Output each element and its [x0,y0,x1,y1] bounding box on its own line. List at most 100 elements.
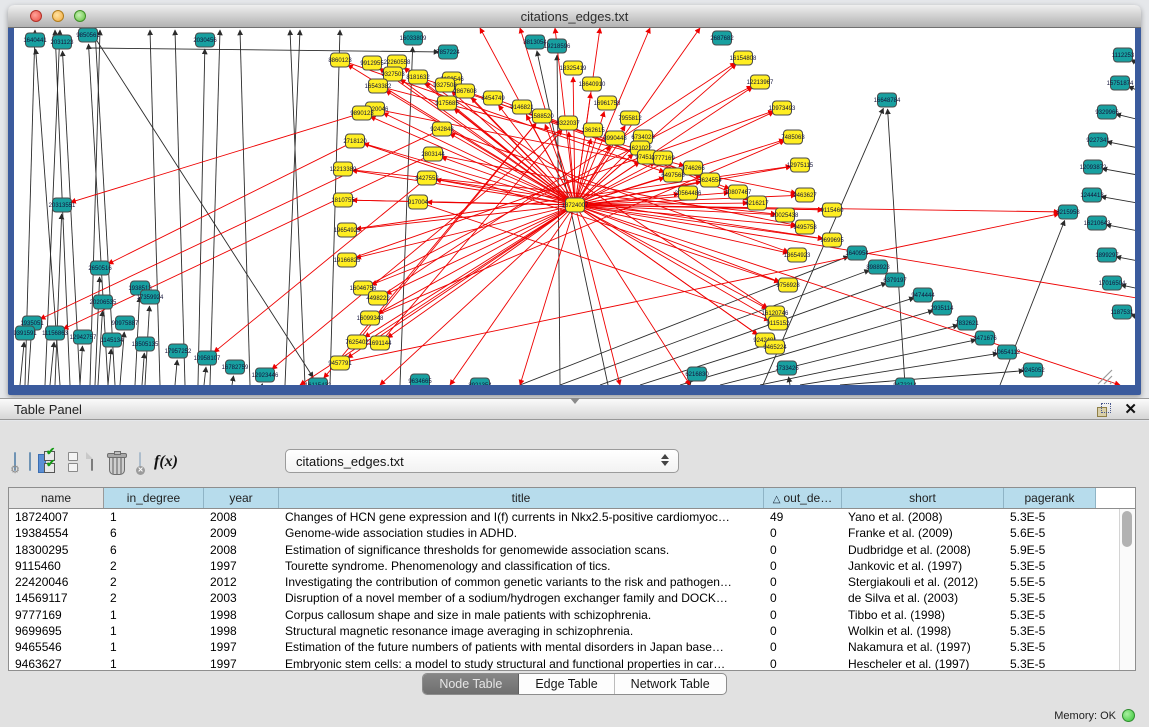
citation-edge-red[interactable] [348,214,1059,362]
citation-edge-red[interactable] [577,213,620,385]
column-header-short[interactable]: short [842,488,1004,508]
column-header-out_de[interactable]: △out_de… [764,488,842,508]
graph-node[interactable]: 6497568 [661,168,685,182]
column-header-name[interactable]: name [9,488,104,508]
graph-node[interactable]: 9245052 [1021,363,1045,377]
function-builder-icon[interactable]: f(x) [154,453,178,471]
table-row[interactable]: 1456911722003Disruption of a novel membe… [9,590,1119,606]
window-titlebar[interactable]: citations_edges.txt [8,5,1141,28]
graph-node[interactable]: 6216217 [745,196,769,210]
table-row[interactable]: 969969511998Structural magnetic resonanc… [9,623,1119,639]
citation-edge-red[interactable] [272,128,562,369]
graph-node[interactable]: 9746266 [681,161,705,175]
graph-node[interactable]: 8921354 [468,378,492,385]
graph-node[interactable]: 9495758 [793,220,817,234]
column-header-pagerank[interactable]: pagerank [1004,488,1096,508]
citation-edge-red[interactable] [450,212,570,385]
column-header-title[interactable]: title [279,488,764,508]
graph-node[interactable]: 7857224 [436,45,460,59]
citation-edge-red[interactable] [108,145,348,264]
column-header-year[interactable]: year [204,488,279,508]
graph-node[interactable]: 8215958 [1056,205,1080,219]
graph-node[interactable]: 1691144 [369,336,393,350]
graph-node[interactable]: 12923446 [252,368,279,382]
row-height-icon[interactable] [68,452,78,472]
citation-edge-black[interactable] [175,30,185,385]
citation-edge-black[interactable] [888,109,905,385]
graph-node[interactable]: 1899297 [1095,248,1119,262]
graph-node[interactable]: 12093872 [1080,160,1107,174]
graph-node[interactable]: 10973493 [769,101,796,115]
graph-node[interactable]: 1187531 [1111,305,1135,319]
citation-edge-black[interactable] [1107,142,1135,150]
graph-node[interactable]: 11156863 [42,326,68,340]
graph-node[interactable]: 16033809 [400,31,427,45]
citation-edge-black[interactable] [789,377,790,385]
citation-edge-black[interactable] [175,360,177,385]
graph-node[interactable]: 2650516 [88,261,112,275]
graph-node[interactable]: 9329966 [1095,105,1119,119]
graph-node[interactable]: 1112253 [1112,48,1135,62]
graph-node[interactable]: 9242848 [430,122,454,136]
citation-edge-red[interactable] [577,139,591,197]
graph-node[interactable]: 19166825 [334,253,361,267]
citation-edge-black[interactable] [600,283,887,385]
network-canvas[interactable]: 1872400788601239912955222605589327503818… [14,28,1135,385]
graph-node[interactable]: 2687682 [710,31,734,45]
new-table-icon[interactable] [91,453,93,471]
graph-node[interactable]: 16210643 [1084,216,1111,230]
graph-node[interactable]: 7832621 [955,316,979,330]
graph-node[interactable]: 1733426 [775,361,799,375]
table-settings-icon[interactable]: ⚙ [14,453,16,471]
table-panel-header[interactable]: Table Panel ✕ [0,398,1149,420]
graph-node[interactable]: 7955812 [618,111,642,125]
citation-edge-red[interactable] [356,206,567,229]
graph-node[interactable]: 90975887 [112,316,139,330]
graph-node[interactable]: 13505135 [132,337,159,351]
graph-node[interactable]: 17359924 [137,290,164,304]
column-header-in_degree[interactable]: in_degree [104,488,204,508]
citation-edge-red[interactable] [582,210,768,342]
graph-node[interactable]: 1640954 [845,246,869,260]
graph-node[interactable]: 2718120 [343,134,367,148]
graph-node[interactable]: 13654923 [784,248,811,262]
citation-edge-black[interactable] [840,371,1024,385]
citation-edge-black[interactable] [1102,169,1135,177]
citation-edge-black[interactable] [520,256,849,385]
graph-node[interactable]: 8471676 [973,331,997,345]
citation-edge-black[interactable] [210,30,220,385]
citation-edge-red[interactable] [380,210,569,385]
graph-node[interactable]: 1640441 [23,33,47,47]
graph-node[interactable]: 9463627 [793,188,817,202]
citation-edge-red[interactable] [583,193,729,205]
citation-edge-black[interactable] [98,311,102,385]
graph-node[interactable]: 18640910 [579,77,606,91]
table-row[interactable]: 946362711997Embryonic stem cells: a mode… [9,656,1119,670]
graph-node[interactable]: 9457791 [328,356,352,370]
citation-edge-black[interactable] [142,353,144,385]
graph-node[interactable]: 9912955 [360,56,384,70]
graph-node[interactable]: 9146821 [510,100,534,114]
tab-edge-table[interactable]: Edge Table [519,674,614,694]
canvas-resize-grip[interactable] [1110,382,1112,384]
graph-node[interactable]: 9850561 [76,28,100,42]
citation-edge-black[interactable] [108,349,111,385]
graph-node[interactable]: 15751874 [1107,76,1134,90]
graph-node[interactable]: 9115152 [767,316,791,330]
graph-node[interactable]: 8181632 [406,70,430,84]
graph-node[interactable]: 10958107 [194,351,221,365]
citation-edge-black[interactable] [240,30,250,385]
graph-node[interactable]: 19218596 [544,39,571,53]
select-rows-icon[interactable]: ✔✔ [44,451,55,473]
graph-node[interactable]: 1145134 [101,333,125,347]
graph-node[interactable]: 9472214 [893,378,917,385]
graph-node[interactable]: 16961758 [594,96,621,110]
graph-node[interactable]: 6379197 [883,273,907,287]
graph-node[interactable]: 2935114 [931,301,955,315]
column-chooser-icon[interactable] [29,453,31,471]
graph-node[interactable]: 1588520 [530,109,554,123]
graph-node[interactable]: 1362615 [581,123,605,137]
graph-node[interactable]: 6216830 [685,367,709,381]
citation-edge-red[interactable] [363,144,780,283]
graph-node[interactable]: 2803144 [421,147,445,161]
